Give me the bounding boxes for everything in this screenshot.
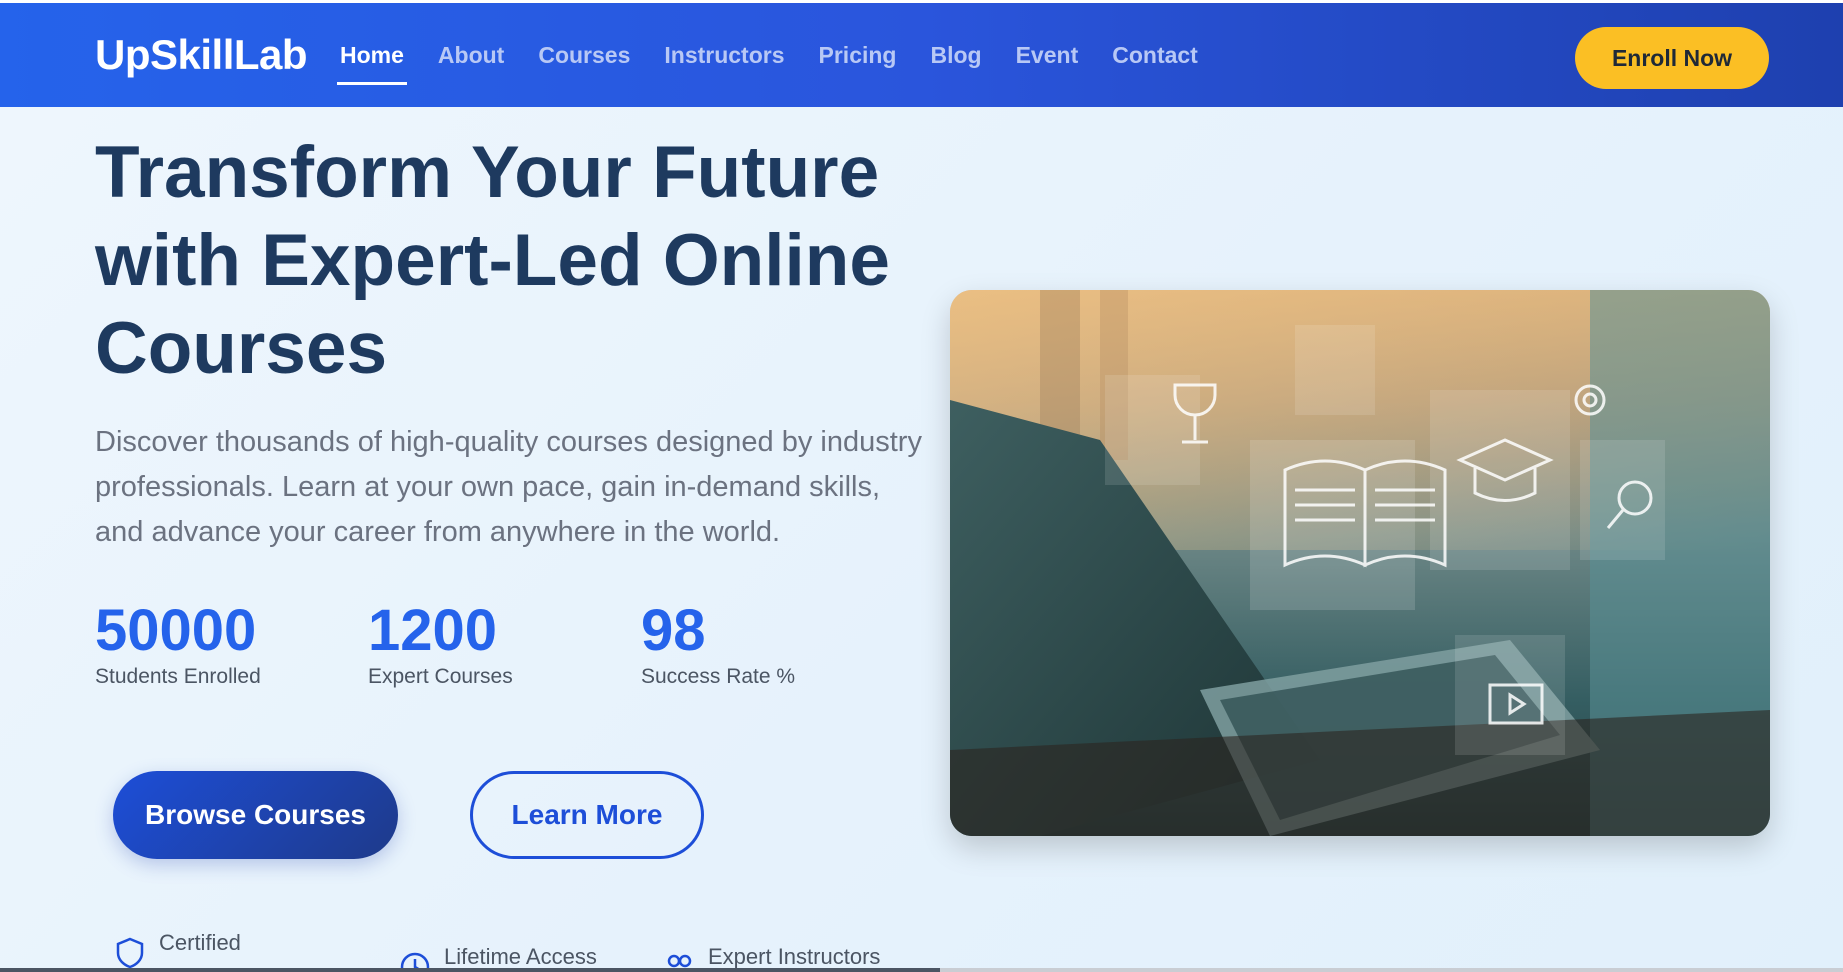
stat-value: 1200 — [368, 598, 498, 663]
hero-title: Transform Your Future with Expert-Led On… — [95, 132, 890, 389]
nav-item-event[interactable]: Event — [1016, 3, 1079, 107]
shield-icon — [116, 937, 144, 969]
browse-courses-button[interactable]: Browse Courses — [113, 771, 398, 859]
feature-certified: Certified — [113, 930, 241, 970]
feature-label: Expert Instructors — [708, 944, 881, 969]
nav-item-home[interactable]: Home — [337, 3, 407, 107]
learn-more-button[interactable]: Learn More — [470, 771, 704, 859]
stat-label: Expert Courses — [368, 665, 513, 688]
stat-courses: 1200 Expert Courses — [368, 599, 513, 689]
top-navbar: UpSkillLab Home About Courses Instructor… — [0, 3, 1843, 107]
brand-logo[interactable]: UpSkillLab — [95, 31, 308, 79]
stat-label: Students Enrolled — [95, 665, 261, 688]
nav-item-courses[interactable]: Courses — [538, 3, 630, 107]
features-strip: Certified Lifetime Access Expert Instruc… — [0, 930, 1843, 972]
nav-item-pricing[interactable]: Pricing — [819, 3, 897, 107]
horizontal-scrollbar-thumb[interactable] — [0, 968, 940, 972]
hero-description: Discover thousands of high-quality cours… — [95, 426, 922, 548]
stat-value: 50000 — [95, 598, 257, 663]
nav-item-instructors[interactable]: Instructors — [664, 3, 784, 107]
feature-label: Certified — [159, 930, 241, 955]
enroll-now-button[interactable]: Enroll Now — [1575, 27, 1769, 89]
nav-item-contact[interactable]: Contact — [1112, 3, 1198, 107]
stat-success-rate: 98 Success Rate % — [641, 599, 795, 689]
nav-item-blog[interactable]: Blog — [930, 3, 981, 107]
stat-value: 98 — [641, 598, 706, 663]
stat-students: 50000 Students Enrolled — [95, 599, 261, 689]
main-nav: Home About Courses Instructors Pricing B… — [337, 3, 1232, 107]
hero-section: Transform Your Future with Expert-Led On… — [0, 107, 1843, 972]
nav-item-about[interactable]: About — [438, 3, 504, 107]
stat-label: Success Rate % — [641, 665, 796, 688]
feature-label: Lifetime Access — [444, 944, 597, 969]
hero-illustration — [950, 290, 1770, 836]
hero-image-laptop-learning — [950, 290, 1770, 836]
